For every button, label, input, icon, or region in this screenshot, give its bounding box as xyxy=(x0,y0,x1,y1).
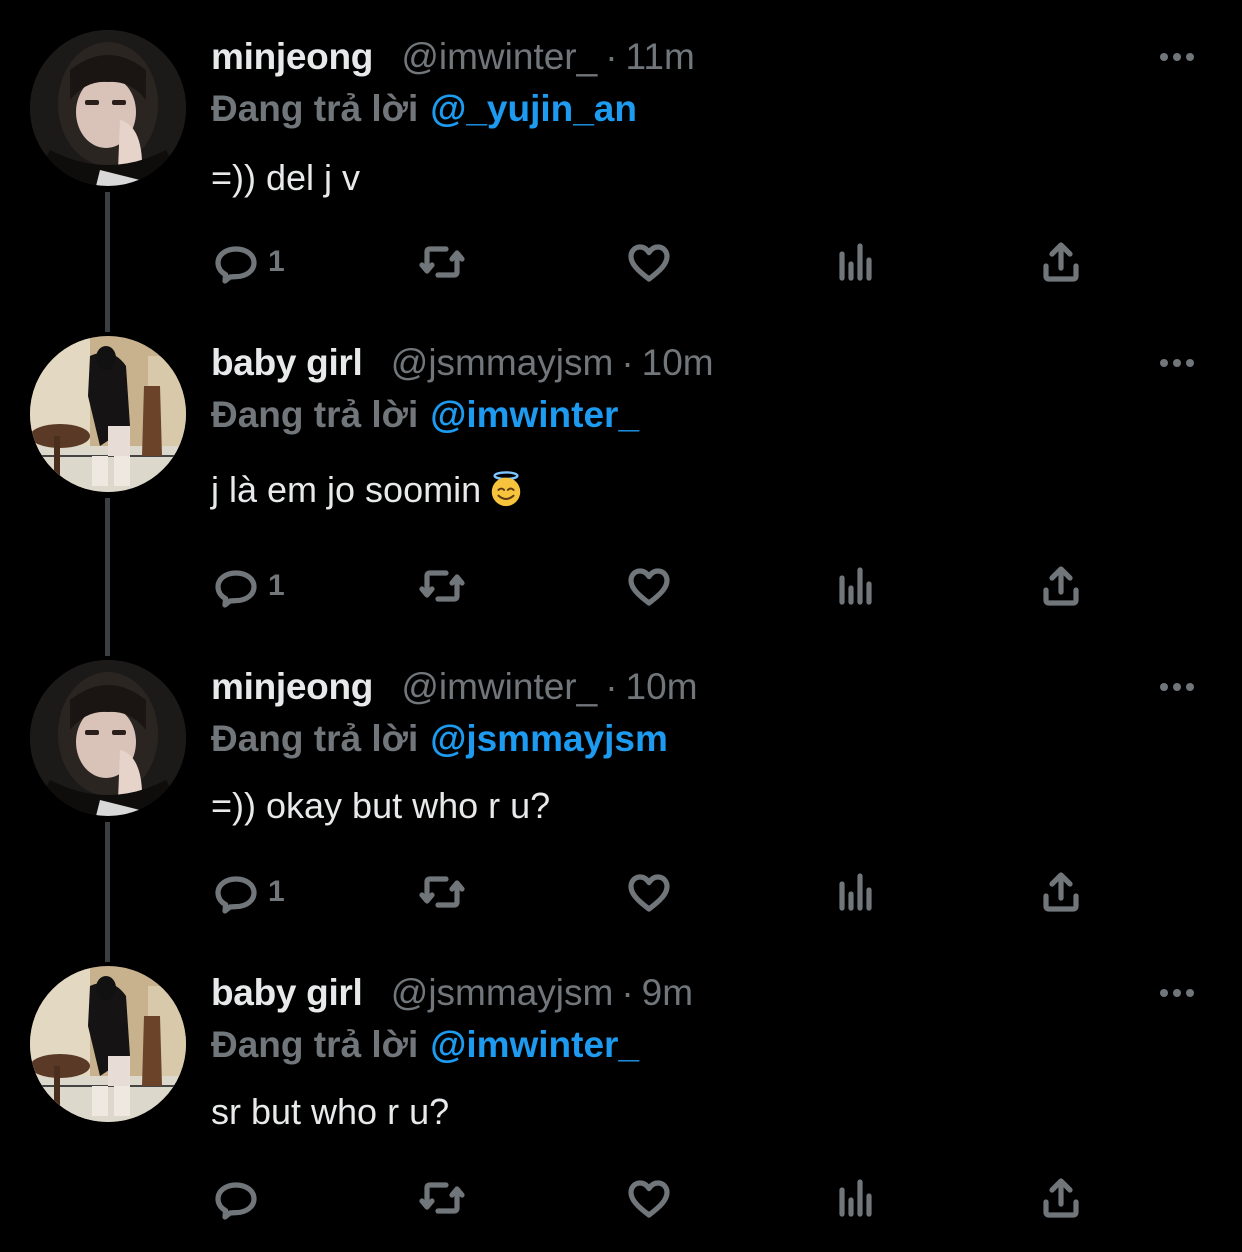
views-icon xyxy=(832,868,880,916)
tweet-header: minjeong @imwinter_ · 10m xyxy=(211,662,698,712)
retweet-icon xyxy=(418,238,466,286)
action-bar: 1 xyxy=(0,556,1242,616)
mention-link[interactable]: @imwinter_ xyxy=(430,1024,639,1065)
replying-to-label: Đang trả lời xyxy=(211,1024,419,1065)
replying-to: Đang trả lời @jsmmayjsm xyxy=(211,714,668,764)
mention-link[interactable]: @_yujin_an xyxy=(430,88,637,129)
like-icon xyxy=(625,562,673,610)
reply-icon xyxy=(212,868,260,916)
views-button[interactable] xyxy=(832,556,880,616)
user-handle[interactable]: @jsmmayjsm xyxy=(391,972,614,1013)
like-icon xyxy=(625,868,673,916)
display-name[interactable]: minjeong xyxy=(211,36,373,77)
retweet-button[interactable] xyxy=(418,232,466,292)
tweet-header: baby girl @jsmmayjsm · 10m xyxy=(211,338,714,388)
share-button[interactable] xyxy=(1037,232,1085,292)
reply-icon xyxy=(212,1174,260,1222)
like-button[interactable] xyxy=(625,232,673,292)
separator-dot: · xyxy=(605,36,618,77)
views-icon xyxy=(832,1174,880,1222)
replying-to-label: Đang trả lời xyxy=(211,718,419,759)
timestamp[interactable]: 9m xyxy=(642,972,693,1013)
reply-icon xyxy=(212,562,260,610)
display-name[interactable]: baby girl xyxy=(211,972,363,1013)
views-icon xyxy=(832,562,880,610)
share-icon xyxy=(1037,238,1085,286)
action-bar xyxy=(0,1168,1242,1228)
retweet-button[interactable] xyxy=(418,556,466,616)
share-button[interactable] xyxy=(1037,1168,1085,1228)
mention-link[interactable]: @jsmmayjsm xyxy=(430,718,668,759)
more-icon[interactable] xyxy=(1160,678,1200,692)
tweet-text: sr but who r u? xyxy=(211,1091,450,1132)
replying-to: Đang trả lời @imwinter_ xyxy=(211,390,639,440)
like-icon xyxy=(625,1174,673,1222)
action-bar: 1 xyxy=(0,862,1242,922)
timestamp[interactable]: 11m xyxy=(626,36,695,77)
timestamp[interactable]: 10m xyxy=(642,342,714,383)
display-name[interactable]: minjeong xyxy=(211,666,373,707)
user-handle[interactable]: @jsmmayjsm xyxy=(391,342,614,383)
retweet-button[interactable] xyxy=(418,1168,466,1228)
replying-to-label: Đang trả lời xyxy=(211,394,419,435)
separator-dot: · xyxy=(605,666,618,707)
more-icon[interactable] xyxy=(1160,48,1200,62)
replying-to: Đang trả lời @_yujin_an xyxy=(211,84,637,134)
reply-count: 1 xyxy=(268,245,285,278)
like-button[interactable] xyxy=(625,862,673,922)
tweet-text: =)) okay but who r u? xyxy=(211,785,551,826)
retweet-icon xyxy=(418,562,466,610)
separator-dot: · xyxy=(621,972,634,1013)
user-handle[interactable]: @imwinter_ xyxy=(401,36,597,77)
views-button[interactable] xyxy=(832,232,880,292)
avatar[interactable] xyxy=(30,660,186,816)
like-button[interactable] xyxy=(625,1168,673,1228)
reply-button[interactable]: 1 xyxy=(212,862,285,922)
like-icon xyxy=(625,238,673,286)
more-icon[interactable] xyxy=(1160,984,1200,998)
views-button[interactable] xyxy=(832,1168,880,1228)
mention-link[interactable]: @imwinter_ xyxy=(430,394,639,435)
avatar[interactable] xyxy=(30,30,186,186)
views-icon xyxy=(832,238,880,286)
retweet-button[interactable] xyxy=(418,862,466,922)
reply-button[interactable]: 1 xyxy=(212,232,285,292)
tweet-text: =)) del j v xyxy=(211,157,361,198)
tweet-header: minjeong @imwinter_ · 11m xyxy=(211,32,695,82)
share-button[interactable] xyxy=(1037,862,1085,922)
share-icon xyxy=(1037,562,1085,610)
more-icon[interactable] xyxy=(1160,354,1200,368)
user-handle[interactable]: @imwinter_ xyxy=(401,666,597,707)
share-button[interactable] xyxy=(1037,556,1085,616)
tweet-header: baby girl @jsmmayjsm · 9m xyxy=(211,968,693,1018)
tweet-text-body: j là em jo soomin xyxy=(211,469,482,510)
share-icon xyxy=(1037,868,1085,916)
smiling-face-with-halo-icon xyxy=(491,471,521,507)
replying-to-label: Đang trả lời xyxy=(211,88,419,129)
reply-count: 1 xyxy=(268,875,285,908)
action-bar: 1 xyxy=(0,232,1242,292)
reply-icon xyxy=(212,238,260,286)
display-name[interactable]: baby girl xyxy=(211,342,363,383)
reply-button[interactable] xyxy=(212,1168,268,1228)
avatar[interactable] xyxy=(30,336,186,492)
retweet-icon xyxy=(418,868,466,916)
replying-to: Đang trả lời @imwinter_ xyxy=(211,1020,639,1070)
reply-count: 1 xyxy=(268,569,285,602)
separator-dot: · xyxy=(621,342,634,383)
views-button[interactable] xyxy=(832,862,880,922)
timestamp[interactable]: 10m xyxy=(626,666,698,707)
tweet-text: j là em jo soomin xyxy=(211,466,525,514)
avatar[interactable] xyxy=(30,966,186,1122)
reply-button[interactable]: 1 xyxy=(212,556,285,616)
share-icon xyxy=(1037,1174,1085,1222)
like-button[interactable] xyxy=(625,556,673,616)
retweet-icon xyxy=(418,1174,466,1222)
